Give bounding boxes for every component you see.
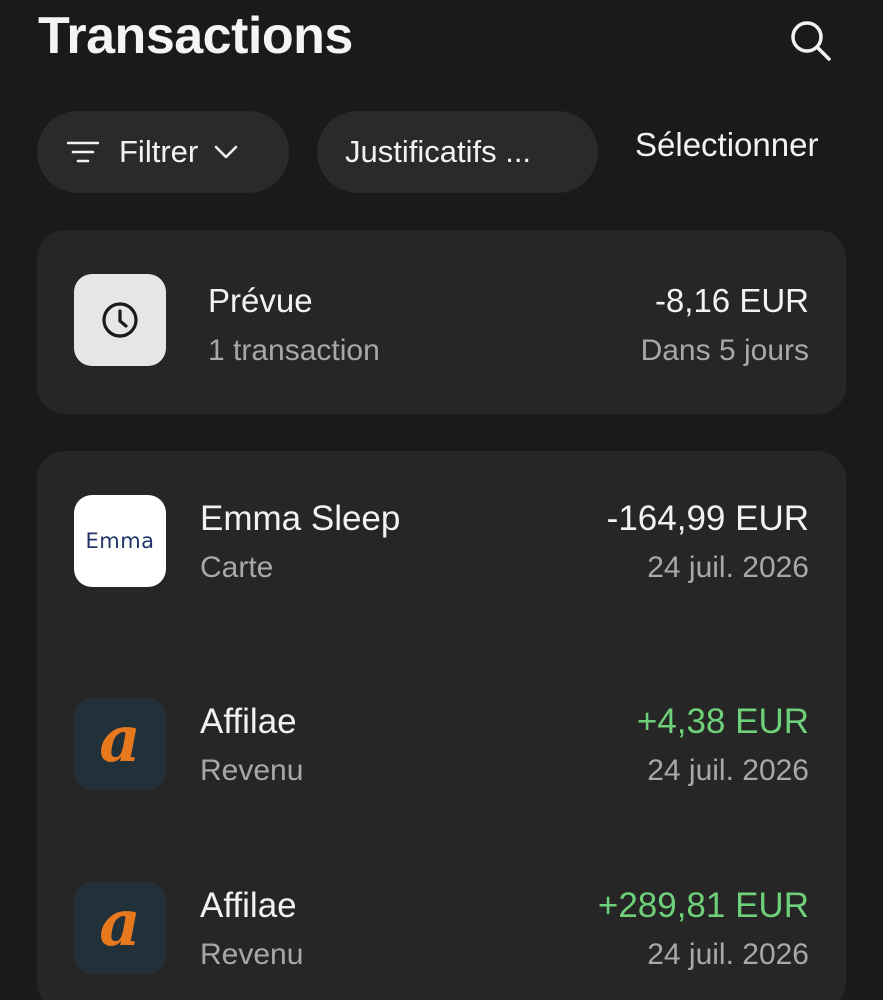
- transaction-row[interactable]: Emma Emma Sleep Carte -164,99 EUR 24 jui…: [37, 495, 846, 605]
- search-button[interactable]: [784, 14, 836, 66]
- transaction-amount: +4,38 EUR: [636, 702, 809, 741]
- transaction-amount: -164,99 EUR: [606, 499, 809, 538]
- transactions-list: Emma Emma Sleep Carte -164,99 EUR 24 jui…: [37, 451, 846, 1000]
- affilae-logo: a: [74, 698, 166, 790]
- receipts-filter-button[interactable]: Justificatifs ...: [317, 111, 598, 193]
- filter-button[interactable]: Filtrer: [37, 111, 289, 193]
- planned-transactions-card[interactable]: Prévue 1 transaction -8,16 EUR Dans 5 jo…: [37, 230, 846, 414]
- transaction-amount: +289,81 EUR: [597, 886, 809, 925]
- planned-logo: [74, 274, 166, 366]
- clock-icon: [102, 302, 138, 338]
- transaction-row[interactable]: a Affilae Revenu +4,38 EUR 24 juil. 2026: [37, 698, 846, 808]
- emma-logo: Emma: [74, 495, 166, 587]
- transaction-type: Carte: [200, 551, 274, 584]
- transactions-screen: Transactions Filtrer Justificatifs ... S…: [0, 0, 883, 1000]
- chevron-down-icon: [214, 145, 238, 159]
- affilae-logo-glyph: a: [99, 886, 141, 961]
- transaction-date: 24 juil. 2026: [647, 551, 809, 584]
- search-icon: [791, 21, 831, 61]
- planned-label: Prévue: [208, 282, 313, 319]
- transaction-row[interactable]: a Affilae Revenu +289,81 EUR 24 juil. 20…: [37, 882, 846, 992]
- merchant-name: Affilae: [200, 886, 297, 925]
- filter-label: Filtrer: [119, 134, 199, 169]
- affilae-logo: a: [74, 882, 166, 974]
- receipts-filter-label: Justificatifs ...: [345, 134, 532, 169]
- emma-logo-text: Emma: [85, 529, 155, 553]
- merchant-name: Affilae: [200, 702, 297, 741]
- affilae-logo-glyph: a: [99, 702, 141, 777]
- page-title: Transactions: [38, 7, 353, 65]
- planned-count: 1 transaction: [208, 334, 380, 367]
- planned-due: Dans 5 jours: [640, 334, 809, 367]
- filter-icon: [67, 141, 99, 163]
- merchant-name: Emma Sleep: [200, 499, 401, 538]
- transaction-date: 24 juil. 2026: [647, 938, 809, 971]
- select-button[interactable]: Sélectionner: [635, 126, 818, 164]
- transaction-date: 24 juil. 2026: [647, 754, 809, 787]
- transaction-type: Revenu: [200, 938, 304, 971]
- planned-amount: -8,16 EUR: [654, 282, 809, 319]
- transaction-type: Revenu: [200, 754, 304, 787]
